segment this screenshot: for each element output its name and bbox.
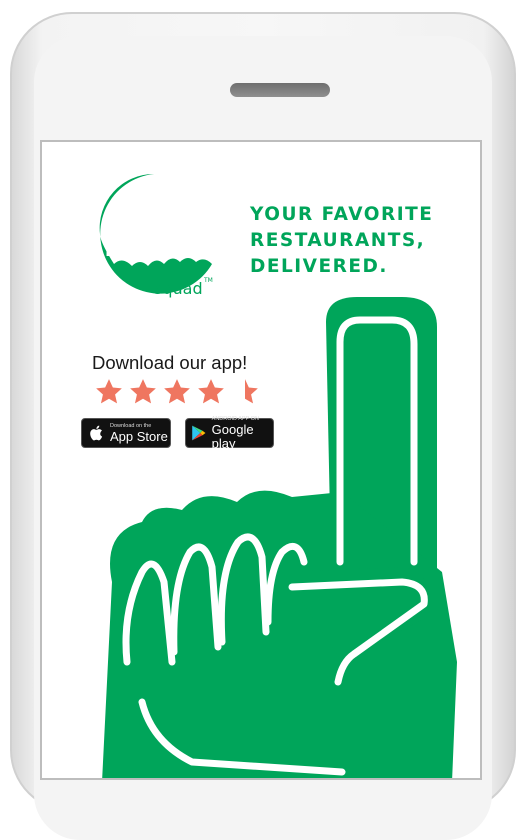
star-icon	[96, 379, 122, 404]
tagline-line-1: YOUR FAVORITE	[250, 204, 434, 225]
logo-word: bite	[102, 210, 198, 268]
rating-stars	[94, 378, 260, 406]
logo-trademark: TM	[203, 277, 213, 284]
app-store-label: App Store	[110, 428, 168, 444]
star-icon	[198, 379, 224, 404]
bite-squad-logo: bite squad TM	[99, 173, 213, 298]
star-icon	[164, 379, 190, 404]
google-play-label: Google play	[211, 421, 254, 451]
tagline: YOUR FAVORITE RESTAURANTS, DELIVERED.	[250, 202, 433, 280]
logo-sub: squad	[154, 279, 203, 298]
tagline-line-3: DELIVERED.	[250, 256, 388, 277]
apple-icon	[90, 425, 103, 441]
download-label: Download our app!	[92, 352, 248, 373]
star-icon	[130, 379, 156, 404]
star-half-icon	[245, 379, 258, 404]
app-store-button[interactable]: Download on the App Store	[81, 418, 171, 448]
google-play-icon	[192, 425, 206, 441]
google-play-button[interactable]: ANDROID APP ON Google play	[185, 416, 274, 451]
tagline-line-2: RESTAURANTS,	[250, 230, 426, 251]
phone-speaker	[230, 83, 330, 97]
phone-screen: bite squad TM YOUR FAVORITE RESTAURANTS,…	[40, 140, 482, 780]
